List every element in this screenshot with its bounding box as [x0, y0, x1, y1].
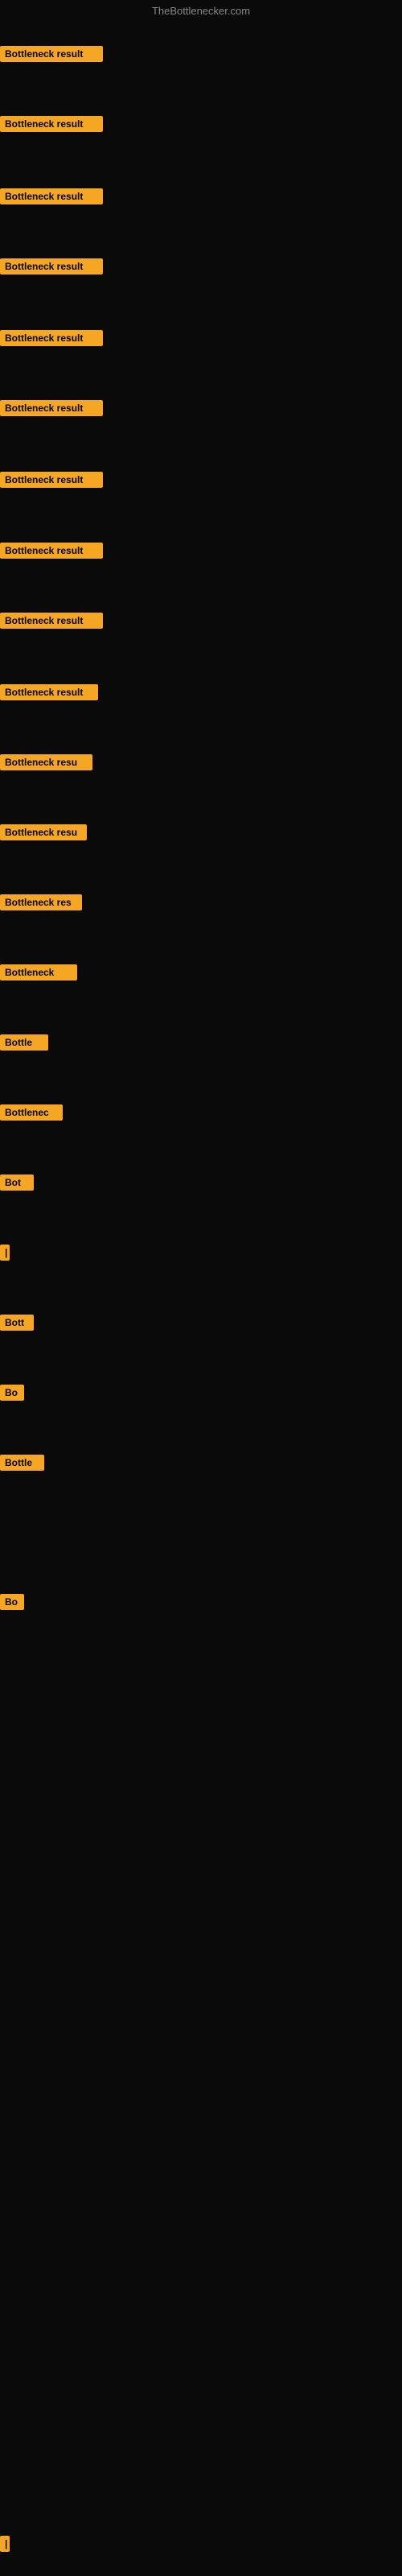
bottleneck-result-badge: Bottleneck result [0, 684, 98, 700]
bottleneck-result-badge: Bottle [0, 1034, 48, 1051]
bottleneck-result-badge: Bottle [0, 1455, 44, 1471]
bottleneck-result-badge: Bottleneck result [0, 472, 103, 488]
bottleneck-result-badge: Bottleneck result [0, 400, 103, 416]
bottleneck-result-badge: Bo [0, 1385, 24, 1401]
bottleneck-result-badge: | [0, 1245, 10, 1261]
bottleneck-result-badge: Bottlenec [0, 1104, 63, 1121]
bottleneck-result-badge: Bottleneck result [0, 46, 103, 62]
bottleneck-result-badge: Bot [0, 1174, 34, 1191]
bottleneck-result-badge: Bottleneck resu [0, 824, 87, 840]
bottleneck-result-badge: Bottleneck [0, 964, 77, 980]
bottleneck-result-badge: Bottleneck result [0, 330, 103, 346]
bottleneck-result-badge: Bottleneck result [0, 188, 103, 204]
bottleneck-result-badge: Bott [0, 1315, 34, 1331]
bottleneck-result-badge: Bo [0, 1594, 24, 1610]
bottleneck-result-badge: Bottleneck result [0, 543, 103, 559]
bottleneck-result-badge: Bottleneck result [0, 258, 103, 275]
bottleneck-result-badge: | [0, 2536, 10, 2552]
bottleneck-result-badge: Bottleneck res [0, 894, 82, 910]
bottleneck-result-badge: Bottleneck result [0, 116, 103, 132]
site-title: TheBottlenecker.com [0, 5, 402, 17]
bottleneck-result-badge: Bottleneck resu [0, 754, 92, 770]
bottleneck-result-badge: Bottleneck result [0, 613, 103, 629]
